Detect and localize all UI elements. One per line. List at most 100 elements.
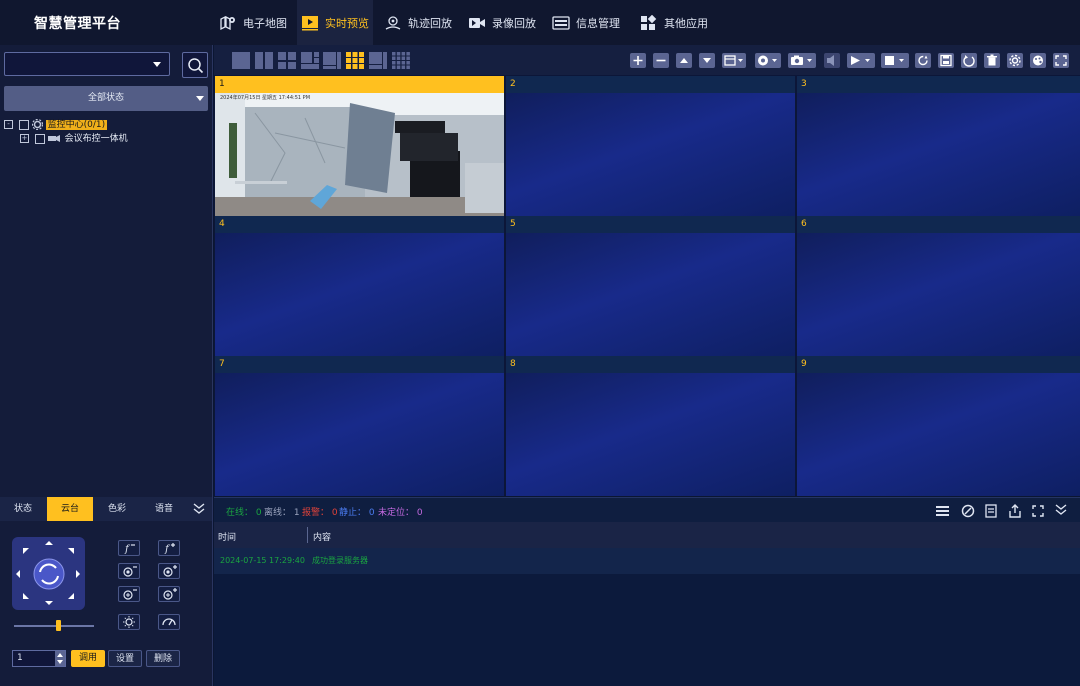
double-chevron-down-icon[interactable]: [192, 503, 206, 515]
tab-ptz[interactable]: 云台: [47, 497, 93, 521]
mute-button[interactable]: [824, 53, 840, 68]
record-button[interactable]: [755, 53, 781, 68]
video-cell-4[interactable]: 4: [215, 216, 504, 356]
preset-delete-button[interactable]: 删除: [146, 650, 180, 667]
camera-icon: [791, 55, 812, 65]
chevron-down-icon: [153, 62, 161, 67]
preset-call-button[interactable]: 调用: [71, 650, 105, 667]
delete-button[interactable]: [984, 53, 1000, 68]
save-button[interactable]: [938, 53, 954, 68]
layout-6-button[interactable]: [301, 52, 319, 69]
search-button[interactable]: [182, 52, 208, 78]
play-all-button[interactable]: [847, 53, 875, 68]
list-icon[interactable]: [935, 504, 950, 517]
svg-text:f: f: [164, 544, 171, 555]
log-row[interactable]: 2024-07-15 17:29:40 成功登录服务器: [214, 548, 1080, 574]
camera-feed-image: [215, 93, 504, 216]
remove-window-button[interactable]: [653, 53, 669, 68]
focus-plus-button[interactable]: f: [158, 540, 180, 556]
link-icon[interactable]: [961, 504, 975, 518]
tree-node-root[interactable]: - 监控中心(0/1): [4, 118, 108, 131]
ptz-down[interactable]: [45, 601, 53, 605]
ptz-auto-button[interactable]: [21, 546, 76, 601]
document-icon[interactable]: [984, 504, 998, 518]
ptz-down-right[interactable]: [68, 593, 74, 599]
speed-slider-track[interactable]: [14, 625, 94, 627]
add-window-button[interactable]: [630, 53, 646, 68]
prev-page-button[interactable]: [676, 53, 692, 68]
video-cell-6[interactable]: 6: [797, 216, 1080, 356]
empty-video-slot: [215, 233, 504, 356]
preset-set-button[interactable]: 设置: [108, 650, 142, 667]
double-chevron-down-icon[interactable]: [1054, 503, 1068, 517]
fullscreen-button[interactable]: [1053, 53, 1069, 68]
video-cell-index: 7: [215, 356, 504, 373]
zoom-minus-button[interactable]: [118, 586, 140, 602]
ptz-right[interactable]: [76, 570, 80, 578]
nav-label: 录像回放: [492, 16, 536, 30]
video-cell-5[interactable]: 5: [506, 216, 795, 356]
tree-checkbox[interactable]: [18, 119, 29, 130]
nav-map[interactable]: 电子地图: [215, 0, 293, 45]
tree-expand-icon[interactable]: +: [20, 134, 29, 143]
video-cell-9[interactable]: 9: [797, 356, 1080, 496]
iris-plus-button[interactable]: [158, 563, 180, 579]
snapshot-button[interactable]: [788, 53, 816, 68]
preset-number-input[interactable]: 1: [12, 650, 66, 667]
settings-button[interactable]: [1007, 53, 1023, 68]
tree-node-device[interactable]: + 会议布控一体机: [20, 133, 128, 145]
record-icon: [758, 55, 777, 66]
video-cell-1[interactable]: 1 2024年07月15日 星期五 17:44:51 PM: [215, 76, 504, 216]
refresh-button[interactable]: [915, 53, 931, 68]
zoom-plus-button[interactable]: [158, 586, 180, 602]
layout-2-button[interactable]: [255, 52, 273, 69]
tree-expand-icon[interactable]: -: [4, 120, 13, 129]
iris-minus-button[interactable]: [118, 563, 140, 579]
nav-info-management[interactable]: 信息管理: [548, 0, 626, 45]
light-bulb-icon: [123, 616, 135, 628]
status-filter-select[interactable]: 全部状态: [4, 86, 208, 111]
layout-8-button[interactable]: [323, 52, 341, 69]
ptz-left[interactable]: [16, 570, 20, 578]
preset-stepper[interactable]: [55, 651, 65, 666]
tree-checkbox[interactable]: [34, 133, 45, 144]
tab-status[interactable]: 状态: [0, 497, 46, 521]
video-cell-2[interactable]: 2: [506, 76, 795, 216]
stop-all-button[interactable]: [881, 53, 909, 68]
light-button[interactable]: [118, 614, 140, 630]
rotate-button[interactable]: [961, 53, 977, 68]
wiper-button[interactable]: [158, 614, 180, 630]
column-divider: [307, 527, 308, 543]
layout-9-button[interactable]: [346, 52, 364, 69]
export-icon[interactable]: [1008, 504, 1022, 518]
tab-color[interactable]: 色彩: [94, 497, 140, 521]
empty-video-slot: [506, 93, 795, 216]
nav-other-apps[interactable]: 其他应用: [636, 0, 712, 45]
tab-voice[interactable]: 语音: [141, 497, 187, 521]
arrow-up-icon: [680, 58, 688, 63]
nav-track-playback[interactable]: 轨迹回放: [380, 0, 460, 45]
video-cell-3[interactable]: 3: [797, 76, 1080, 216]
nav-live-preview[interactable]: 实时预览: [297, 0, 373, 45]
ptz-up-right[interactable]: [68, 548, 74, 554]
tree-device-label: 会议布控一体机: [64, 134, 128, 144]
layout-16-button[interactable]: [392, 52, 410, 69]
nav-video-playback[interactable]: 录像回放: [464, 0, 544, 45]
video-cell-7[interactable]: 7: [215, 356, 504, 496]
focus-minus-button[interactable]: f: [118, 540, 140, 556]
ptz-up[interactable]: [45, 541, 53, 545]
layout-13-button[interactable]: [369, 52, 387, 69]
empty-video-slot: [797, 373, 1080, 496]
layout-1-button[interactable]: [232, 52, 250, 69]
wiper-icon: [162, 618, 176, 626]
speed-slider-thumb[interactable]: [55, 620, 61, 631]
arrow-down-icon: [703, 58, 711, 63]
video-cell-8[interactable]: 8: [506, 356, 795, 496]
stream-select-button[interactable]: [722, 53, 746, 68]
ptz-down-left[interactable]: [23, 593, 29, 599]
next-page-button[interactable]: [699, 53, 715, 68]
device-select[interactable]: [4, 52, 170, 76]
color-button[interactable]: [1030, 53, 1046, 68]
expand-icon[interactable]: [1031, 504, 1045, 518]
layout-4-button[interactable]: [278, 52, 296, 69]
